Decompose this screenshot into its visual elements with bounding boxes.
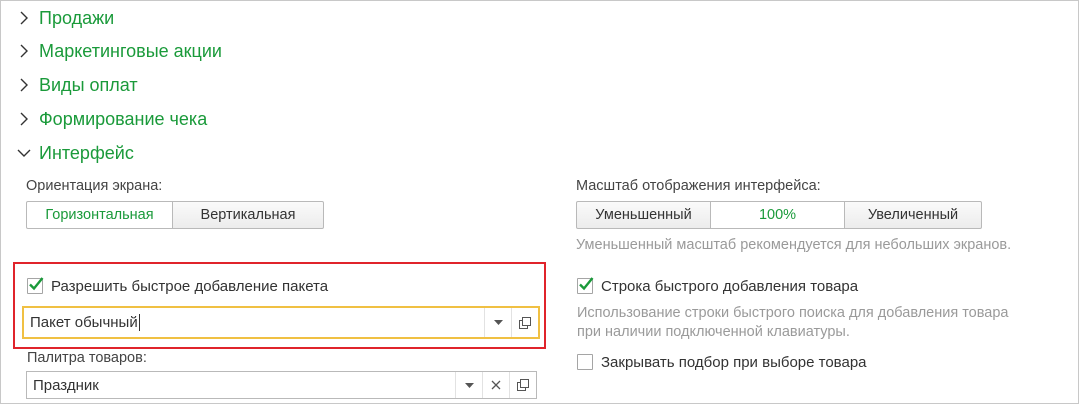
section-title: Маркетинговые акции (39, 40, 222, 61)
close-on-select-checkbox-row[interactable]: Закрывать подбор при выборе товара (577, 351, 867, 373)
section-title: Формирование чека (39, 108, 208, 129)
close-on-select-checkbox-label: Закрывать подбор при выборе товара (601, 353, 867, 371)
package-checkbox-row[interactable]: Разрешить быстрое добавление пакета (27, 275, 328, 297)
palette-label: Палитра товаров: (27, 350, 147, 366)
settings-panel: Продажи Маркетинговые акции Виды оплат Ф… (0, 0, 1079, 404)
section-title: Виды оплат (39, 74, 138, 95)
package-select[interactable]: Пакет обычный (22, 306, 540, 339)
section-marketing[interactable]: Маркетинговые акции (15, 38, 222, 64)
checkmark-icon (29, 277, 44, 291)
dropdown-arrow-icon (493, 320, 503, 325)
chevron-right-icon (15, 9, 33, 27)
scale-large-button[interactable]: Увеличенный (844, 201, 982, 229)
scale-toggle: Уменьшенный 100% Увеличенный (576, 201, 982, 229)
section-interface[interactable]: Интерфейс (15, 140, 134, 166)
palette-select-input[interactable]: Праздник (27, 372, 455, 398)
package-select-value: Пакет обычный (30, 314, 138, 331)
scale-hint: Уменьшенный масштаб рекомендуется для не… (576, 237, 1012, 253)
clear-button[interactable] (482, 372, 509, 398)
dropdown-button[interactable] (484, 308, 511, 337)
section-receipt[interactable]: Формирование чека (15, 106, 207, 132)
section-title: Продажи (39, 7, 115, 28)
quick-add-checkbox-row[interactable]: Строка быстрого добавления товара (577, 275, 858, 297)
clear-icon (491, 380, 501, 390)
dropdown-arrow-icon (464, 382, 474, 388)
section-title: Интерфейс (39, 142, 134, 163)
package-select-input[interactable]: Пакет обычный (24, 308, 484, 337)
package-checkbox[interactable] (27, 277, 44, 294)
quick-add-hint-line1: Использование строки быстрого поиска для… (577, 305, 1009, 321)
section-sales[interactable]: Продажи (15, 5, 114, 31)
package-checkbox-label: Разрешить быстрое добавление пакета (51, 277, 329, 295)
open-form-button[interactable] (511, 308, 538, 337)
scale-small-button[interactable]: Уменьшенный (576, 201, 711, 229)
open-form-button[interactable] (509, 372, 536, 398)
open-form-icon (519, 316, 531, 329)
close-on-select-checkbox[interactable] (577, 354, 593, 370)
orientation-toggle: Горизонтальная Вертикальная (26, 201, 324, 229)
palette-select[interactable]: Праздник (26, 371, 537, 399)
chevron-right-icon (15, 110, 33, 128)
orientation-vertical-button[interactable]: Вертикальная (172, 201, 324, 229)
quick-add-checkbox[interactable] (577, 277, 594, 294)
orientation-label: Ориентация экрана: (26, 178, 163, 194)
quick-add-hint-line2: при наличии подключенной клавиатуры. (577, 324, 850, 340)
chevron-right-icon (15, 76, 33, 94)
orientation-horizontal-button[interactable]: Горизонтальная (26, 201, 173, 229)
open-form-icon (517, 379, 529, 391)
chevron-right-icon (15, 42, 33, 60)
quick-add-checkbox-label: Строка быстрого добавления товара (601, 277, 859, 295)
chevron-down-icon (15, 144, 33, 162)
scale-label: Масштаб отображения интерфейса: (576, 178, 821, 194)
scale-100-button[interactable]: 100% (710, 201, 845, 229)
dropdown-button[interactable] (455, 372, 482, 398)
text-caret (138, 314, 140, 331)
section-payment-types[interactable]: Виды оплат (15, 72, 138, 98)
checkmark-icon (579, 277, 594, 291)
